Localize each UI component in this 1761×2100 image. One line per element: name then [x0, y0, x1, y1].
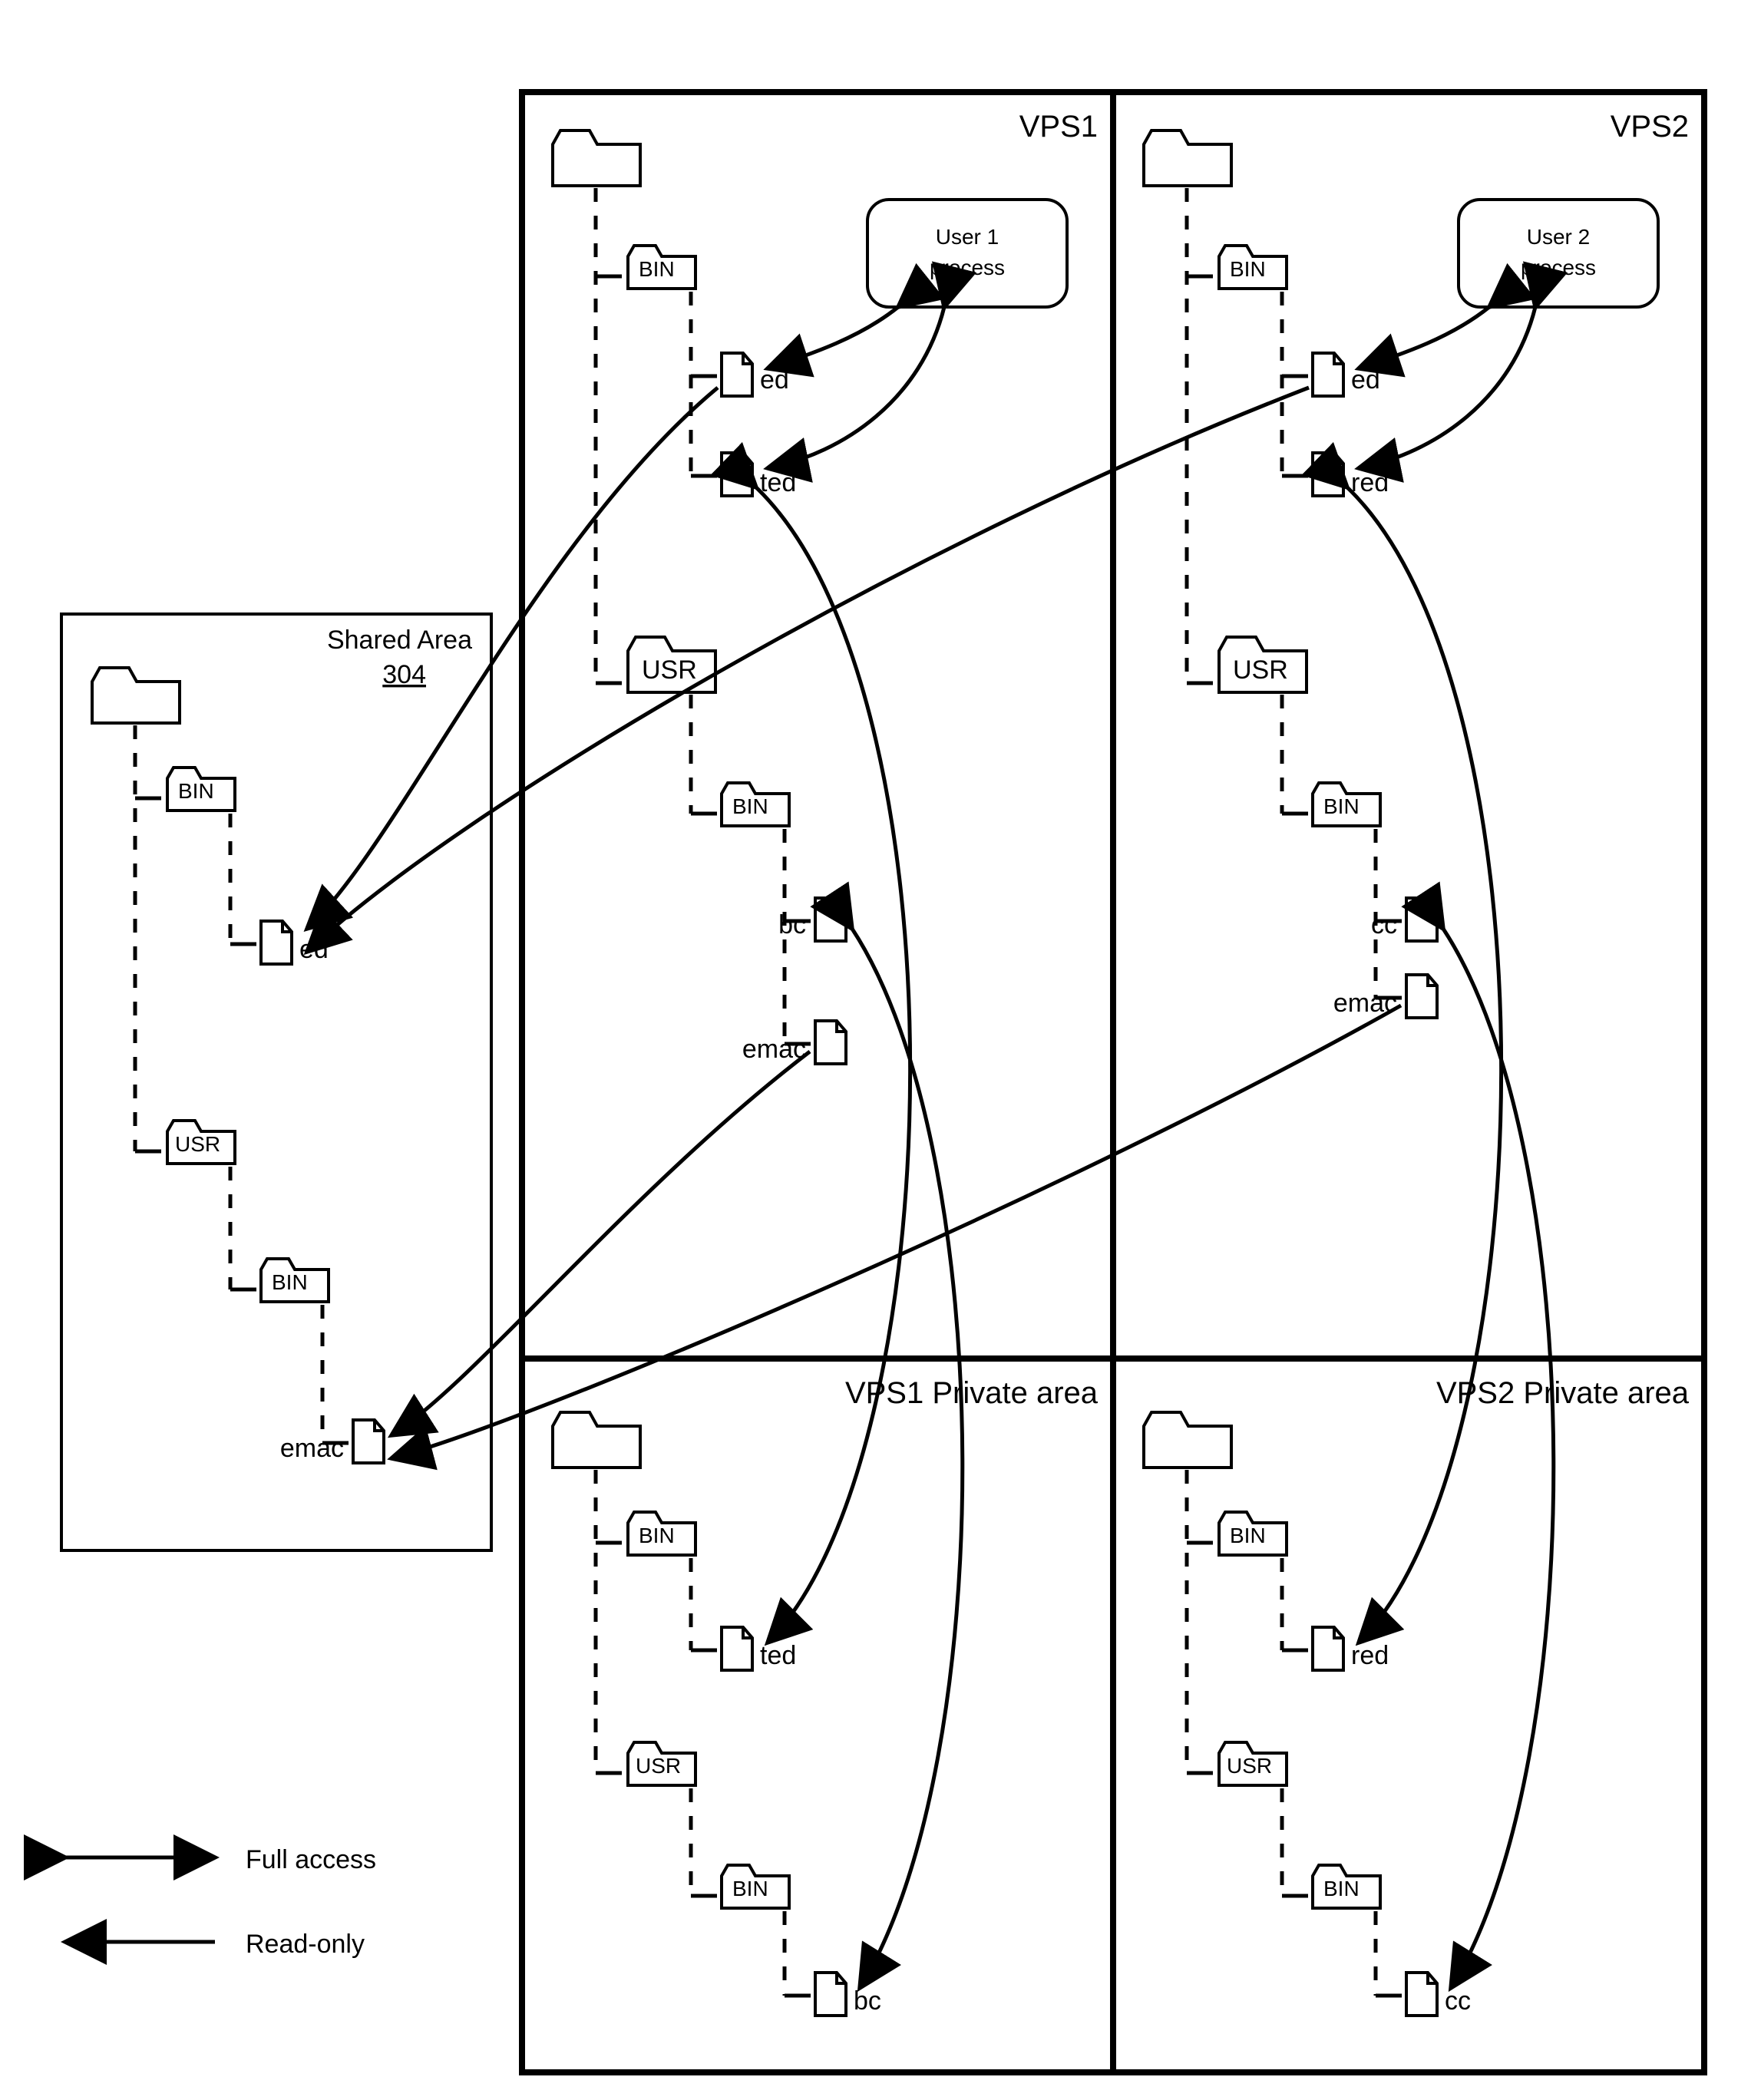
vps2p-usr: USR: [1227, 1754, 1272, 1778]
vps1-bin: BIN: [639, 257, 675, 281]
shared-area-title: Shared Area: [327, 626, 472, 655]
legend-read: Read-only: [246, 1930, 365, 1959]
vps1-user-l1: User 1: [936, 225, 999, 249]
vps2p-bin2: BIN: [1323, 1877, 1360, 1900]
vps1-ted: ted: [760, 468, 796, 497]
vps2-red: red: [1351, 468, 1389, 497]
vps1-bc: bc: [778, 910, 806, 939]
legend: Full access Read-only: [65, 1845, 376, 1959]
user-process-box: [1459, 200, 1658, 307]
vps2-user-l1: User 2: [1527, 225, 1590, 249]
shared-usr-label: USR: [175, 1132, 220, 1156]
vps1p-usr: USR: [636, 1754, 681, 1778]
vps2p-title: VPS2 Private area: [1436, 1376, 1690, 1410]
vps1-user-l2: process: [930, 256, 1005, 279]
shared-bin2-label: BIN: [272, 1270, 308, 1294]
vps2-bin2: BIN: [1323, 794, 1360, 818]
legend-full: Full access: [246, 1845, 376, 1874]
vps1p-ted: ted: [760, 1641, 796, 1670]
vps1-bin2: BIN: [732, 794, 768, 818]
vps2p-bin: BIN: [1230, 1524, 1266, 1547]
user-process-box: [867, 200, 1067, 307]
vps2-cc: cc: [1371, 910, 1397, 939]
vps2p-red: red: [1351, 1641, 1389, 1670]
vps2-usr: USR: [1233, 655, 1288, 685]
shared-area-ref: 304: [382, 660, 426, 689]
vps1-usr: USR: [642, 655, 697, 685]
vps2-title: VPS2: [1611, 110, 1689, 144]
vps1-ed: ed: [760, 365, 789, 395]
vps1p-bc: bc: [854, 1986, 881, 2016]
vps1-title: VPS1: [1019, 110, 1098, 144]
vps2-bin: BIN: [1230, 257, 1266, 281]
vps1p-bin: BIN: [639, 1524, 675, 1547]
shared-ed-label: ed: [299, 935, 329, 964]
shared-bin-label: BIN: [178, 779, 214, 803]
vps2-user-l2: process: [1521, 256, 1596, 279]
vps1p-bin2: BIN: [732, 1877, 768, 1900]
shared-emac-label: emac: [280, 1434, 344, 1463]
vps2-ed: ed: [1351, 365, 1380, 395]
vps1p-title: VPS1 Private area: [845, 1376, 1099, 1410]
vps2p-cc: cc: [1445, 1986, 1471, 2016]
vps1-emac: emac: [742, 1035, 806, 1064]
